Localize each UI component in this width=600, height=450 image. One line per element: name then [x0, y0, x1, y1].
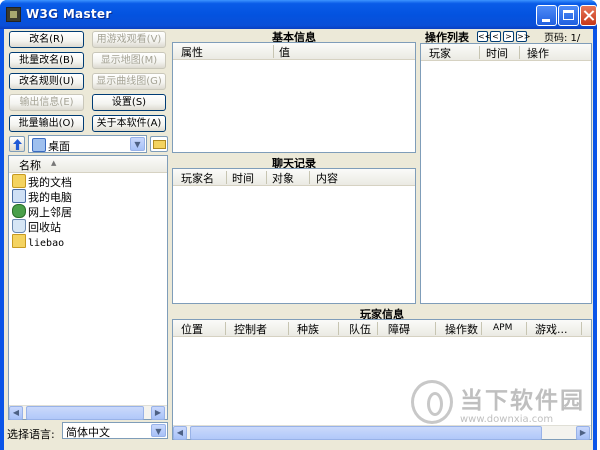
tree-item-label: 我的电脑 [28, 191, 72, 204]
tree-item-label: 我的文档 [28, 176, 72, 189]
tree-item-recycle-bin[interactable]: 回收站 [12, 219, 162, 234]
file-tree-items: 我的文档 我的电脑 网上邻居 回收站 liebao [12, 174, 162, 249]
language-label: 选择语言: [7, 428, 55, 441]
rename-button[interactable]: 改名(R) [9, 31, 84, 48]
basic-info-panel[interactable]: 属性 值 [172, 42, 416, 153]
watermark-text: 当下软件园 [460, 388, 585, 414]
settings-button[interactable]: 设置(S) [92, 94, 166, 111]
scroll-thumb[interactable] [26, 406, 144, 420]
batch-rename-button[interactable]: 批量改名(B) [9, 52, 84, 69]
window-title: W3G Master [26, 7, 112, 21]
basic-info-header: 属性 值 [173, 43, 415, 60]
title-bar[interactable]: W3G Master [0, 0, 597, 29]
tree-item-my-computer[interactable]: 我的电脑 [12, 189, 162, 204]
watch-with-game-button[interactable]: 用游戏观看(V) [92, 31, 166, 48]
player-info-title: 玩家信息 [172, 306, 592, 321]
file-tree-scrollbar[interactable]: ◀ ▶ [9, 405, 167, 420]
location-value: 桌面 [48, 140, 70, 153]
column-content[interactable]: 内容 [316, 170, 338, 186]
next-page-button[interactable]: > [503, 31, 514, 42]
minimize-button[interactable] [536, 5, 557, 26]
chat-log-panel[interactable]: 玩家名 时间 对象 内容 [172, 168, 416, 304]
action-list-header: 玩家 时间 操作 [421, 44, 591, 61]
show-curve-button[interactable]: 显示曲线图(G) [92, 73, 166, 90]
tree-item-label: 网上邻居 [28, 206, 72, 219]
tree-item-label: liebao [28, 238, 65, 249]
page-indicator: 页码: 1/ [544, 33, 581, 44]
batch-output-button[interactable]: 批量输出(O) [9, 115, 84, 132]
tree-item-my-documents[interactable]: 我的文档 [12, 174, 162, 189]
network-icon [12, 204, 26, 218]
about-button[interactable]: 关于本软件(A) [92, 115, 166, 132]
output-info-button[interactable]: 输出信息(E) [9, 94, 84, 111]
file-tree[interactable]: 名称 ▲ 我的文档 我的电脑 网上邻居 回收站 liebao ◀ ▶ [8, 155, 168, 420]
scroll-right-icon[interactable]: ▶ [151, 406, 165, 420]
column-game[interactable]: 游戏... [535, 321, 568, 337]
column-handicap[interactable]: 障碍 [388, 321, 410, 337]
location-combo[interactable]: 桌面 ▼ [28, 135, 147, 153]
rename-rules-button[interactable]: 改名规则(U) [9, 73, 84, 90]
desktop-icon [32, 138, 46, 152]
sort-ascending-icon: ▲ [51, 159, 57, 167]
watermark-logo-icon [411, 380, 453, 424]
language-select[interactable]: 简体中文 ▼ [62, 422, 168, 439]
last-page-button[interactable]: >> [516, 31, 530, 42]
column-time[interactable]: 时间 [232, 170, 254, 186]
show-map-button[interactable]: 显示地图(M) [92, 52, 166, 69]
maximize-button[interactable] [558, 5, 579, 26]
column-time[interactable]: 时间 [486, 45, 508, 61]
folder-icon [12, 234, 26, 248]
watermark-url: www.downxia.com [460, 414, 554, 425]
column-controller[interactable]: 控制者 [234, 321, 267, 337]
browse-folder-button[interactable] [150, 136, 168, 152]
chevron-down-icon[interactable]: ▼ [130, 137, 145, 151]
column-apm[interactable]: APM [493, 323, 512, 333]
app-icon [6, 7, 21, 22]
basic-info-title: 基本信息 [172, 29, 416, 44]
close-button[interactable] [580, 5, 597, 26]
column-action-count[interactable]: 操作数 [445, 321, 478, 337]
column-name[interactable]: 名称 [19, 157, 41, 173]
recycle-bin-icon [12, 219, 26, 233]
column-attribute[interactable]: 属性 [181, 44, 203, 60]
tree-item-network[interactable]: 网上邻居 [12, 204, 162, 219]
prev-page-button[interactable]: < [490, 31, 501, 42]
up-arrow-icon [13, 139, 22, 150]
tree-item-liebao[interactable]: liebao [12, 234, 162, 249]
tree-item-label: 回收站 [28, 221, 61, 234]
scroll-left-icon[interactable]: ◀ [173, 426, 187, 440]
my-documents-icon [12, 174, 26, 188]
scroll-thumb[interactable] [190, 426, 542, 440]
chevron-down-icon[interactable]: ▼ [151, 424, 166, 437]
up-folder-button[interactable] [9, 136, 25, 152]
my-computer-icon [12, 189, 26, 203]
scroll-right-icon[interactable]: ▶ [576, 426, 590, 440]
column-player-name[interactable]: 玩家名 [181, 170, 214, 186]
chat-log-header: 玩家名 时间 对象 内容 [173, 169, 415, 186]
column-race[interactable]: 种族 [297, 321, 319, 337]
column-action[interactable]: 操作 [527, 45, 549, 61]
chat-log-title: 聊天记录 [172, 155, 416, 170]
player-info-scrollbar[interactable]: ◀ ▶ [173, 425, 591, 440]
action-list-panel[interactable]: 玩家 时间 操作 [420, 43, 592, 304]
column-position[interactable]: 位置 [181, 321, 203, 337]
scroll-left-icon[interactable]: ◀ [9, 406, 23, 420]
language-value: 简体中文 [66, 426, 110, 439]
column-player[interactable]: 玩家 [429, 45, 451, 61]
page-navigation: << < > >> [477, 31, 541, 42]
column-value[interactable]: 值 [279, 44, 290, 60]
player-info-header: 位置 控制者 种族 队伍 障碍 操作数 APM 游戏... [173, 320, 591, 337]
column-team[interactable]: 队伍 [349, 321, 371, 337]
column-target[interactable]: 对象 [272, 170, 294, 186]
file-tree-header[interactable]: 名称 ▲ [9, 156, 167, 173]
open-folder-icon [153, 140, 166, 149]
first-page-button[interactable]: << [477, 31, 491, 42]
